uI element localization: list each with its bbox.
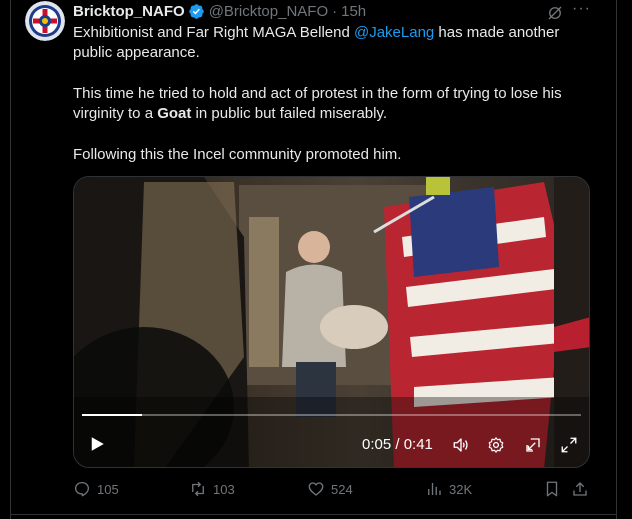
play-icon[interactable]: [88, 435, 106, 453]
repost-button[interactable]: 103: [189, 480, 235, 498]
reply-button[interactable]: 105: [73, 480, 119, 498]
avatar[interactable]: [25, 1, 65, 41]
reply-count: 105: [97, 481, 119, 497]
separator-dot: ·: [332, 2, 338, 20]
video-progress-bar[interactable]: [82, 414, 581, 416]
repost-icon: [192, 481, 204, 497]
video-progress-fill: [82, 414, 142, 416]
picture-in-picture-icon[interactable]: [524, 436, 542, 454]
tweet-paragraph-2: This time he tried to hold and act of pr…: [73, 84, 593, 124]
reply-icon: [74, 481, 90, 497]
mention-link[interactable]: @JakeLang: [354, 24, 434, 41]
tweet-paragraph-1: Exhibitionist and Far Right MAGA Bellend…: [73, 23, 593, 63]
views-count: 32K: [449, 481, 473, 497]
volume-icon[interactable]: [452, 436, 470, 454]
repost-count: 103: [213, 481, 235, 497]
video-frame: [74, 177, 589, 467]
tweet-actions: 105 103 524 32K: [73, 480, 593, 500]
grok-icon[interactable]: [546, 4, 564, 22]
views-button[interactable]: 32K: [425, 480, 472, 498]
text-segment: Exhibitionist and Far Right MAGA Bellend: [73, 24, 354, 41]
like-button[interactable]: 524: [307, 480, 353, 498]
timeline-right-border: [616, 0, 617, 519]
views-icon: [428, 483, 441, 495]
text-segment: in public but failed miserably.: [191, 105, 388, 122]
tweet-paragraph-3: Following this the Incel community promo…: [73, 146, 402, 163]
video-player[interactable]: 0:05 / 0:41: [73, 176, 590, 468]
share-icon[interactable]: [571, 480, 589, 498]
video-timecode: 0:05 / 0:41: [362, 436, 433, 453]
author-name[interactable]: Bricktop_NAFO: [73, 3, 185, 20]
more-icon[interactable]: ···: [572, 1, 590, 20]
verified-badge-icon[interactable]: [188, 3, 205, 20]
like-count: 524: [331, 481, 353, 497]
bookmark-icon[interactable]: [543, 480, 561, 498]
tweet-divider: [10, 514, 616, 515]
author-handle[interactable]: @Bricktop_NAFO: [209, 3, 328, 20]
settings-icon[interactable]: [487, 436, 505, 454]
like-icon: [308, 482, 324, 496]
timeline-left-border: [10, 0, 11, 519]
tweet-header: Bricktop_NAFO @Bricktop_NAFO · 15h: [73, 1, 366, 21]
tweet-timestamp[interactable]: 15h: [341, 3, 366, 20]
bold-text: Goat: [157, 105, 192, 122]
fullscreen-icon[interactable]: [560, 436, 578, 454]
